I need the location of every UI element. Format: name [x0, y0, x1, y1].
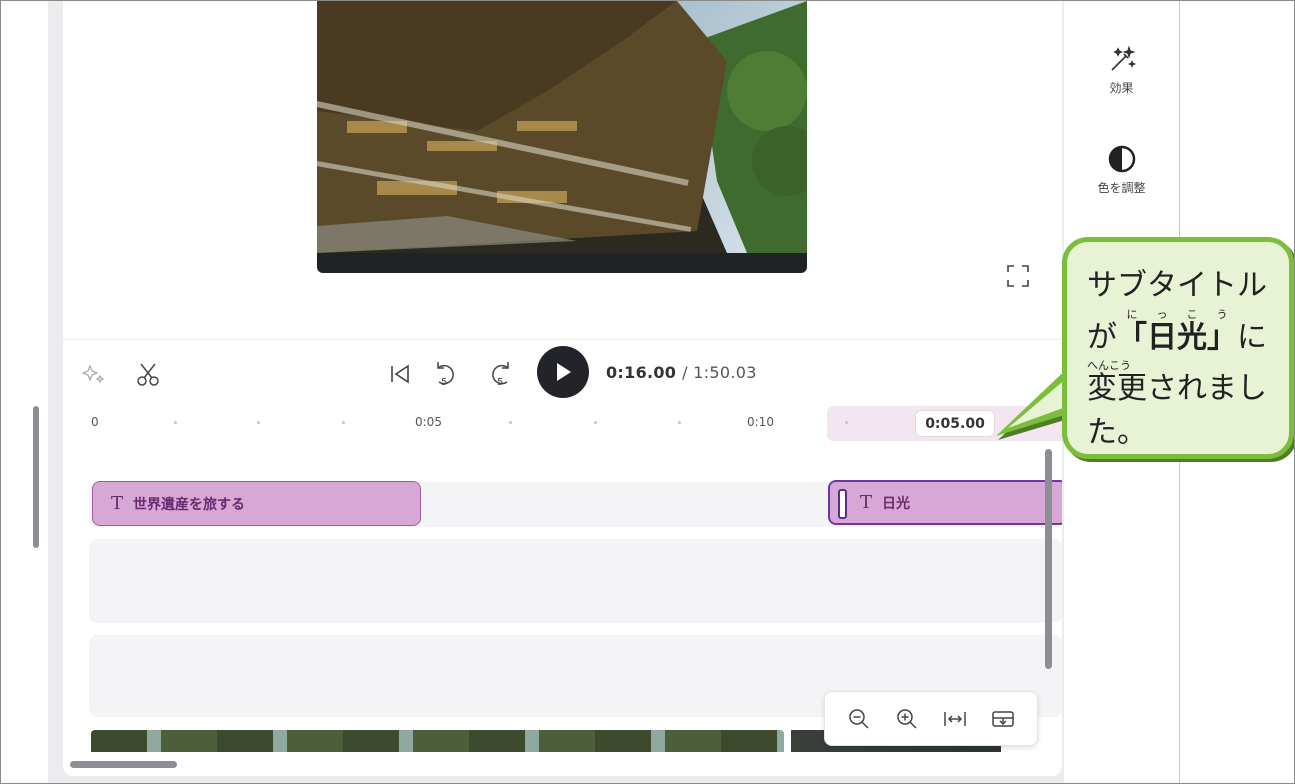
adjust-color-label: 色を調整 [1097, 181, 1146, 195]
svg-text:5: 5 [497, 377, 503, 388]
ruler-tick [342, 421, 345, 424]
zoom-out-icon[interactable] [843, 703, 875, 735]
callout-henkou: 変更されましへんこう [1087, 359, 1267, 406]
timeline-vertical-scrollbar[interactable] [1045, 449, 1052, 669]
ruler-label-5: 0:05 [415, 415, 442, 429]
clip-label: 日光 [882, 495, 911, 512]
ruler-tick [509, 421, 512, 424]
text-type-icon: T [860, 492, 873, 513]
editor-main: 5 5 0:16.00 / 1:50.03 0 0:05 0:10 0:05.0… [63, 1, 1062, 776]
magic-sparkle-icon[interactable] [81, 361, 107, 387]
callout-bubble: サブタイトル が「日光」にっこうに 変更されましへんこう た。 [1062, 237, 1294, 459]
total-time: / 1:50.03 [682, 363, 757, 382]
effects-button[interactable]: 効果 [1064, 45, 1179, 96]
zoom-toolbar [824, 691, 1038, 746]
zoom-in-icon[interactable] [891, 703, 923, 735]
ruler-tick [174, 421, 177, 424]
callout-emphasis: 「日光」にっこう [1117, 308, 1237, 355]
rewind-5-icon[interactable]: 5 [429, 357, 461, 391]
callout-line-3: 変更されましへんこう [1087, 359, 1269, 411]
fullscreen-icon[interactable] [1005, 263, 1031, 289]
adjust-color-button[interactable]: 色を調整 [1064, 143, 1179, 196]
play-button[interactable] [537, 346, 589, 398]
empty-track-1[interactable] [89, 539, 1062, 623]
svg-text:5: 5 [441, 377, 447, 388]
skip-to-start-icon[interactable] [385, 359, 415, 389]
callout-line-4: た。 [1087, 414, 1147, 450]
subtitle-clip-nikkou[interactable]: T 日光 [828, 480, 1062, 525]
magic-wand-icon [1110, 45, 1136, 71]
app-frame: 5 5 0:16.00 / 1:50.03 0 0:05 0:10 0:05.0… [0, 0, 1295, 784]
subtitle-clip-sekai-isan[interactable]: T 世界遺産を旅する [92, 481, 421, 526]
video-preview[interactable] [317, 1, 807, 273]
video-frame-image [317, 1, 807, 253]
scissors-icon[interactable] [133, 359, 163, 389]
expand-timeline-icon[interactable] [987, 703, 1019, 735]
clip-label: 世界遺産を旅する [133, 496, 246, 513]
left-panel [1, 1, 48, 783]
callout-text-ga: が [1087, 319, 1117, 355]
callout-line-2: が「日光」にっこうに [1087, 308, 1269, 360]
callout-line-1: サブタイトル [1087, 268, 1267, 303]
ruler-label-10: 0:10 [747, 415, 774, 429]
callout-text-ni: に [1237, 319, 1267, 355]
timeline-horizontal-scrollbar[interactable] [70, 761, 177, 768]
ruby-henkou: へんこう [1087, 359, 1267, 372]
time-display: 0:16.00 / 1:50.03 [606, 363, 757, 382]
clip-trim-handle[interactable] [838, 489, 847, 519]
ruler-tick [678, 421, 681, 424]
effects-label: 効果 [1109, 81, 1134, 95]
ruler-tick [845, 421, 848, 424]
playhead-time-badge[interactable]: 0:05.00 [915, 410, 995, 437]
ruler-label-0: 0 [91, 415, 99, 429]
contrast-icon [1108, 145, 1135, 173]
text-type-icon: T [111, 493, 124, 514]
callout-emphasis-text: 「日光」 [1117, 319, 1237, 355]
ruler-tick [594, 421, 597, 424]
current-time: 0:16.00 [606, 363, 677, 382]
callout-text: サブタイトル が「日光」にっこうに 変更されましへんこう た。 [1087, 264, 1269, 454]
forward-5-icon[interactable]: 5 [485, 357, 517, 391]
divider [63, 339, 1062, 340]
fit-to-width-icon[interactable] [939, 703, 971, 735]
ruler-tick [257, 421, 260, 424]
callout-line-3-text: 変更されまし [1087, 371, 1267, 406]
ruby-nikkou: にっこう [1117, 307, 1237, 321]
video-track-filmstrip[interactable] [91, 730, 784, 752]
left-scrollbar[interactable] [33, 406, 39, 548]
